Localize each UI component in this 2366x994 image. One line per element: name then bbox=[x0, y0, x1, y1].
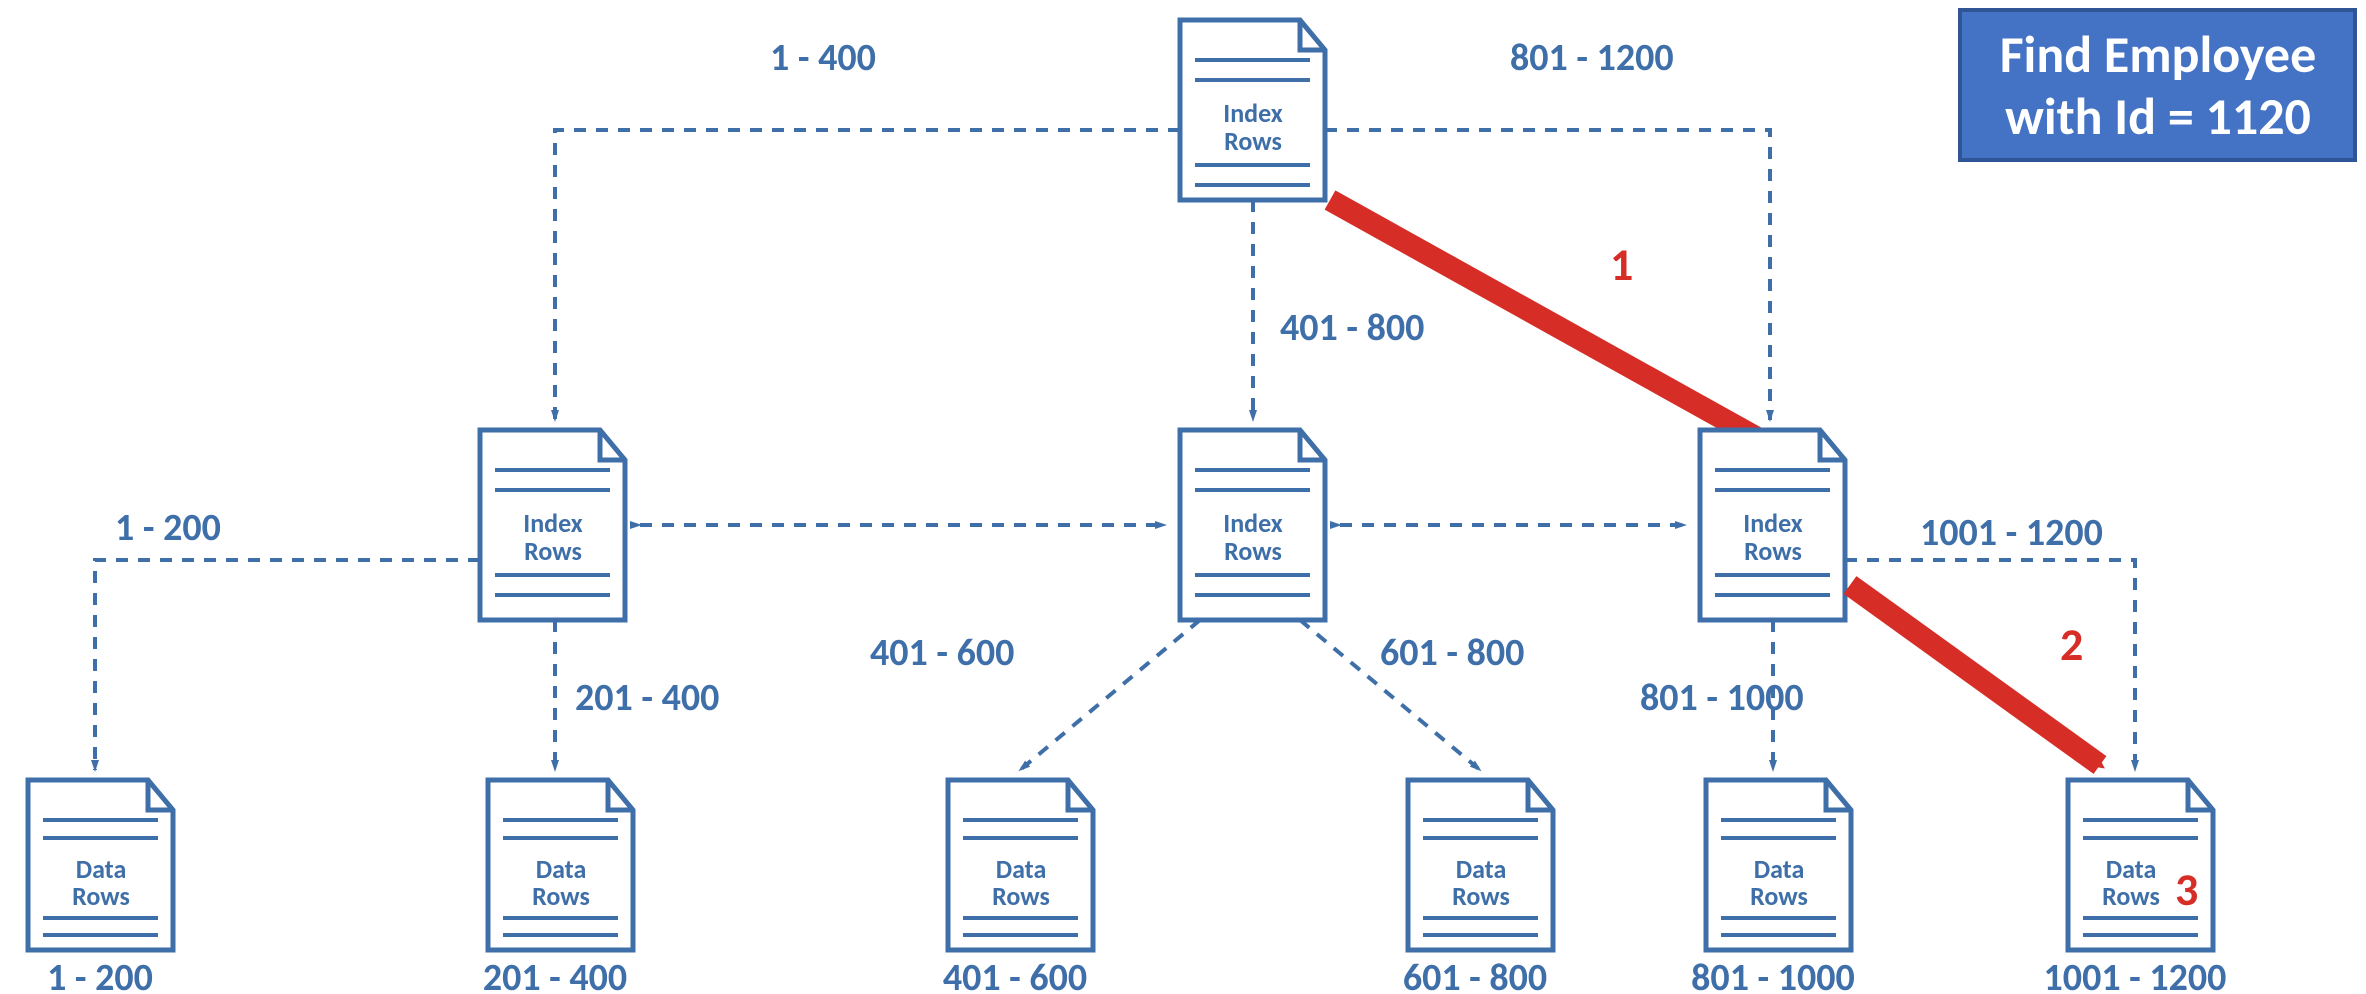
mid-center-node: Index Rows bbox=[1180, 430, 1325, 620]
leaf-2: Data Rows bbox=[488, 780, 633, 950]
svg-text:Rows: Rows bbox=[1744, 535, 1802, 567]
btree-diagram: Find Employee with Id = 1120 Index Rows … bbox=[0, 0, 2366, 994]
svg-text:Rows: Rows bbox=[1224, 535, 1282, 567]
svg-text:Rows: Rows bbox=[532, 880, 590, 912]
step-label-3: 3 bbox=[2175, 862, 2198, 918]
banner-line1: Find Employee bbox=[2000, 22, 2317, 86]
leaf-4: Data Rows bbox=[1408, 780, 1553, 950]
banner-line2: with Id = 1120 bbox=[2005, 84, 2311, 148]
range-mc-right: 601 - 800 bbox=[1380, 630, 1524, 676]
range-mr-right: 1001 - 1200 bbox=[1920, 510, 2103, 556]
mid-left-node: Index Rows bbox=[480, 430, 625, 620]
edge-mr-right bbox=[1845, 560, 2135, 770]
query-banner: Find Employee with Id = 1120 bbox=[1960, 10, 2355, 160]
leaf2-range: 201 - 400 bbox=[483, 955, 627, 994]
range-ml-right: 201 - 400 bbox=[575, 675, 719, 721]
mid-right-node: Index Rows bbox=[1700, 430, 1845, 620]
range-root-right: 801 - 1200 bbox=[1510, 35, 1674, 81]
svg-text:Rows: Rows bbox=[72, 880, 130, 912]
leaf-5: Data Rows bbox=[1706, 780, 1851, 950]
range-root-mid: 401 - 800 bbox=[1280, 305, 1424, 351]
edge-ml-left bbox=[95, 560, 480, 770]
leaf6-range: 1001 - 1200 bbox=[2044, 955, 2227, 994]
range-root-left: 1 - 400 bbox=[770, 35, 876, 81]
edge-root-left bbox=[555, 130, 1180, 420]
leaf-1: Data Rows bbox=[28, 780, 173, 950]
red-arrow-2 bbox=[1850, 585, 2100, 765]
leaf5-range: 801 - 1000 bbox=[1691, 955, 1855, 994]
range-ml-left: 1 - 200 bbox=[115, 505, 221, 551]
edge-mc-left bbox=[1020, 620, 1200, 770]
root-node-label2: Rows bbox=[1224, 125, 1282, 157]
step-label-1: 1 bbox=[1610, 237, 1633, 293]
range-mc-left: 401 - 600 bbox=[870, 630, 1014, 676]
range-mr-left: 801 - 1000 bbox=[1640, 675, 1804, 721]
leaf4-range: 601 - 800 bbox=[1403, 955, 1547, 994]
svg-text:Rows: Rows bbox=[1750, 880, 1808, 912]
leaf3-range: 401 - 600 bbox=[943, 955, 1087, 994]
svg-text:Rows: Rows bbox=[1452, 880, 1510, 912]
svg-text:Rows: Rows bbox=[2102, 880, 2160, 912]
edge-root-right bbox=[1325, 130, 1770, 420]
root-node: Index Rows bbox=[1180, 20, 1325, 200]
leaf1-range: 1 - 200 bbox=[47, 955, 153, 994]
svg-text:Rows: Rows bbox=[992, 880, 1050, 912]
svg-text:Rows: Rows bbox=[524, 535, 582, 567]
step-label-2: 2 bbox=[2060, 617, 2083, 673]
leaf-3: Data Rows bbox=[948, 780, 1093, 950]
